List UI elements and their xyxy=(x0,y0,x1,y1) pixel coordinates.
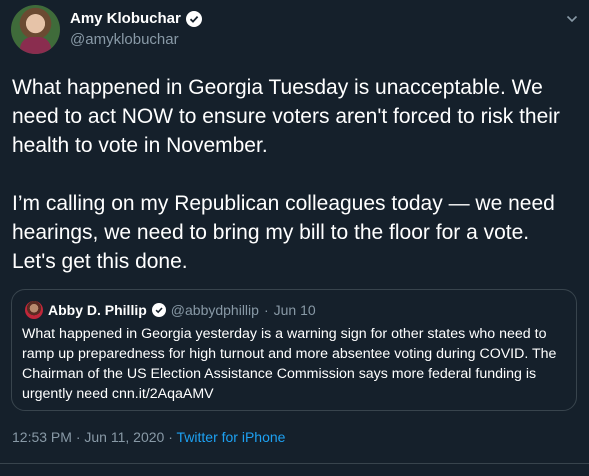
quoted-handle: @abbydphillip xyxy=(170,302,259,318)
verified-badge-icon xyxy=(151,303,166,317)
quoted-display-name: Abby D. Phillip xyxy=(48,302,147,318)
tweet-date[interactable]: Jun 11, 2020 xyxy=(84,429,164,445)
quoted-avatar xyxy=(25,301,43,319)
author-name-row: Amy Klobuchar xyxy=(70,10,202,27)
tweet-text: What happened in Georgia Tuesday is unac… xyxy=(12,76,560,273)
verified-badge-icon xyxy=(185,10,202,27)
quoted-date: Jun 10 xyxy=(273,302,316,318)
author-handle[interactable]: @amyklobuchar xyxy=(70,31,179,48)
quoted-separator: · xyxy=(263,302,269,318)
tweet-meta: 12:53 PM · Jun 11, 2020 · Twitter for iP… xyxy=(12,429,285,445)
meta-separator: · xyxy=(168,429,173,445)
quoted-tweet-header: Abby D. Phillip @abbydphillip · Jun 10 xyxy=(25,301,316,319)
chevron-down-icon[interactable] xyxy=(565,12,579,26)
tweet-source-link[interactable]: Twitter for iPhone xyxy=(177,429,286,445)
tweet: Amy Klobuchar @amyklobuchar What happene… xyxy=(0,0,589,476)
avatar[interactable] xyxy=(11,5,60,54)
author-display-name[interactable]: Amy Klobuchar xyxy=(70,10,181,27)
quoted-tweet[interactable]: Abby D. Phillip @abbydphillip · Jun 10 W… xyxy=(11,289,577,411)
tweet-time[interactable]: 12:53 PM xyxy=(12,429,72,445)
divider xyxy=(0,463,589,464)
avatar-shirt xyxy=(20,37,51,54)
quoted-tweet-text: What happened in Georgia yesterday is a … xyxy=(22,326,557,402)
meta-separator: · xyxy=(75,429,81,445)
